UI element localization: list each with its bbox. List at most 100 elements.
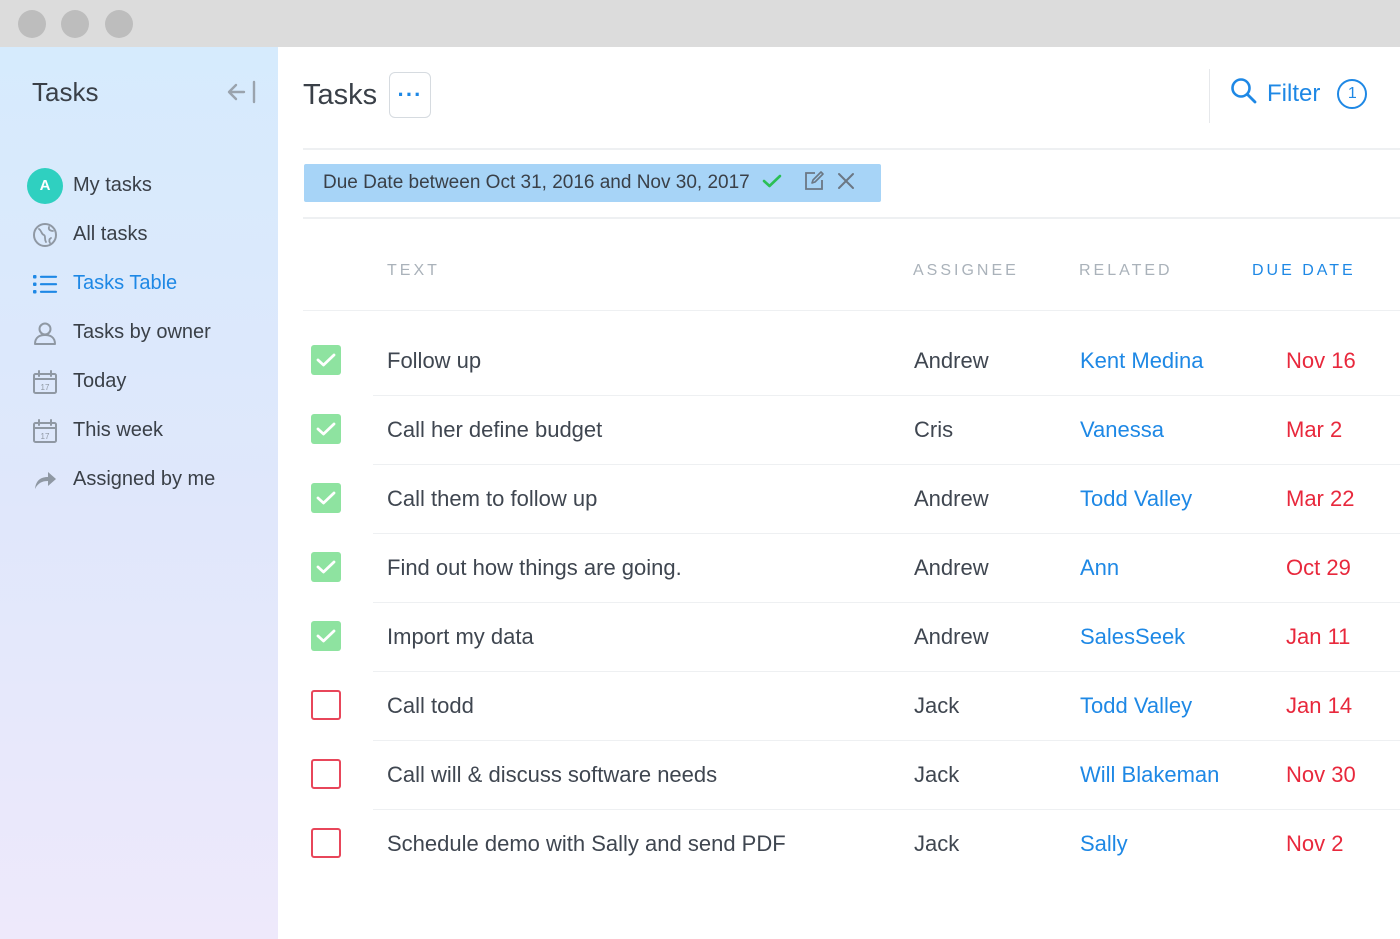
- more-options-button[interactable]: ···: [389, 72, 431, 118]
- page-title: Tasks: [303, 79, 378, 111]
- window-close-dot[interactable]: [18, 10, 46, 38]
- task-due-date: Nov 2: [1286, 831, 1344, 856]
- column-header-assignee[interactable]: ASSIGNEE: [913, 262, 1019, 280]
- search-icon: [1230, 77, 1258, 110]
- task-checkbox[interactable]: [311, 552, 341, 582]
- svg-text:17: 17: [41, 432, 50, 441]
- svg-text:17: 17: [41, 383, 50, 392]
- task-text: Import my data: [387, 624, 534, 649]
- task-due-date: Jan 14: [1286, 693, 1353, 718]
- task-assignee: Andrew: [914, 486, 989, 511]
- table-row[interactable]: Call will & discuss software needs Jack …: [303, 741, 1400, 810]
- task-due-date: Nov 30: [1286, 762, 1356, 787]
- sidebar-item-label: Tasks by owner: [73, 321, 211, 343]
- person-icon: [26, 314, 64, 352]
- task-assignee: Jack: [914, 762, 960, 787]
- task-related-link[interactable]: Todd Valley: [1080, 693, 1192, 719]
- task-checkbox[interactable]: [311, 759, 341, 789]
- header-separator: [303, 148, 1400, 150]
- calendar-icon: 17: [26, 363, 64, 401]
- sidebar: Tasks A My tasks All tasks Tasks Table T…: [0, 47, 278, 939]
- task-related-link[interactable]: SalesSeek: [1080, 624, 1185, 650]
- task-due-date: Mar 2: [1286, 417, 1343, 442]
- task-related-link[interactable]: Will Blakeman: [1080, 762, 1219, 788]
- task-checkbox[interactable]: [311, 621, 341, 651]
- sidebar-item-tasks-table[interactable]: Tasks Table: [26, 259, 266, 308]
- sidebar-title: Tasks: [32, 77, 99, 107]
- task-due-date: Jan 11: [1286, 624, 1351, 649]
- sidebar-item-all-tasks[interactable]: All tasks: [26, 210, 266, 259]
- avatar: A: [27, 167, 63, 204]
- task-due-date: Mar 22: [1286, 486, 1355, 511]
- task-related-link[interactable]: Vanessa: [1080, 417, 1164, 443]
- table-row[interactable]: Call her define budget Cris Vanessa Mar …: [303, 396, 1400, 465]
- task-checkbox[interactable]: [311, 483, 341, 513]
- window-zoom-dot[interactable]: [105, 10, 133, 38]
- sidebar-item-this-week[interactable]: 17 This week: [26, 406, 266, 455]
- task-checkbox[interactable]: [311, 690, 341, 720]
- task-assignee: Andrew: [914, 555, 989, 580]
- sidebar-item-label: This week: [73, 419, 164, 441]
- task-due-date: Oct 29: [1286, 555, 1351, 580]
- window-minimize-dot[interactable]: [61, 10, 89, 38]
- task-text: Call them to follow up: [387, 486, 598, 511]
- task-assignee: Andrew: [914, 624, 989, 649]
- table-row[interactable]: Import my data Andrew SalesSeek Jan 11: [303, 603, 1400, 672]
- task-related-link[interactable]: Todd Valley: [1080, 486, 1192, 512]
- task-assignee: Andrew: [914, 348, 989, 373]
- task-related-link[interactable]: Ann: [1080, 555, 1119, 581]
- task-assignee: Jack: [914, 693, 960, 718]
- sidebar-item-today[interactable]: 17 Today: [26, 357, 266, 406]
- task-text: Schedule demo with Sally and send PDF: [387, 831, 786, 856]
- window-titlebar: [0, 0, 1400, 47]
- task-related-link[interactable]: Sally: [1080, 831, 1128, 857]
- table-row[interactable]: Find out how things are going. Andrew An…: [303, 534, 1400, 603]
- filter-separator: [303, 217, 1400, 219]
- column-header-text[interactable]: TEXT: [387, 262, 440, 280]
- close-icon[interactable]: [837, 172, 855, 195]
- table-row[interactable]: Follow up Andrew Kent Medina Nov 16: [303, 327, 1400, 396]
- task-table: Follow up Andrew Kent Medina Nov 16 Call…: [303, 327, 1400, 879]
- sidebar-item-label: Tasks Table: [73, 272, 178, 294]
- table-header-separator: [303, 310, 1400, 311]
- list-icon: [26, 265, 64, 303]
- column-header-related[interactable]: RELATED: [1079, 262, 1173, 280]
- task-assignee: Jack: [914, 831, 960, 856]
- table-row[interactable]: Call them to follow up Andrew Todd Valle…: [303, 465, 1400, 534]
- task-due-date: Nov 16: [1286, 348, 1356, 373]
- edit-icon[interactable]: [803, 170, 825, 197]
- filter-label: Filter: [1267, 79, 1321, 107]
- sidebar-item-assigned-by-me[interactable]: Assigned by me: [26, 455, 266, 504]
- collapse-sidebar-icon[interactable]: [226, 79, 258, 105]
- filter-chip[interactable]: Due Date between Oct 31, 2016 and Nov 30…: [304, 164, 881, 202]
- calendar-icon: 17: [26, 412, 64, 450]
- filter-chip-label: Due Date between Oct 31, 2016 and Nov 30…: [323, 172, 750, 193]
- task-text: Find out how things are going.: [387, 555, 682, 580]
- column-header-due-date[interactable]: DUE DATE: [1252, 262, 1356, 280]
- sidebar-item-label: Today: [73, 370, 127, 392]
- globe-icon: [26, 216, 64, 254]
- table-row[interactable]: Call todd Jack Todd Valley Jan 14: [303, 672, 1400, 741]
- sidebar-item-label: Assigned by me: [73, 468, 216, 490]
- main-panel: Tasks ··· Filter 1 Due Date between Oct …: [278, 47, 1400, 939]
- task-assignee: Cris: [914, 417, 954, 442]
- sidebar-item-my-tasks[interactable]: A My tasks: [26, 161, 266, 210]
- sidebar-nav: A My tasks All tasks Tasks Table Tasks b…: [26, 161, 266, 504]
- task-text: Call will & discuss software needs: [387, 762, 718, 787]
- sidebar-item-tasks-by-owner[interactable]: Tasks by owner: [26, 308, 266, 357]
- task-checkbox[interactable]: [311, 345, 341, 375]
- share-arrow-icon: [26, 461, 64, 499]
- task-text: Call her define budget: [387, 417, 603, 442]
- task-text: Follow up: [387, 348, 482, 373]
- filter-button[interactable]: Filter 1: [1230, 77, 1368, 110]
- task-checkbox[interactable]: [311, 414, 341, 444]
- sidebar-item-label: All tasks: [73, 223, 148, 245]
- filter-count-badge: 1: [1337, 78, 1368, 109]
- task-text: Call todd: [387, 693, 474, 718]
- table-row[interactable]: Schedule demo with Sally and send PDF Ja…: [303, 810, 1400, 879]
- task-checkbox[interactable]: [311, 828, 341, 858]
- header-divider: [1209, 69, 1210, 123]
- check-icon: [762, 173, 782, 194]
- sidebar-item-label: My tasks: [73, 174, 152, 196]
- task-related-link[interactable]: Kent Medina: [1080, 348, 1204, 374]
